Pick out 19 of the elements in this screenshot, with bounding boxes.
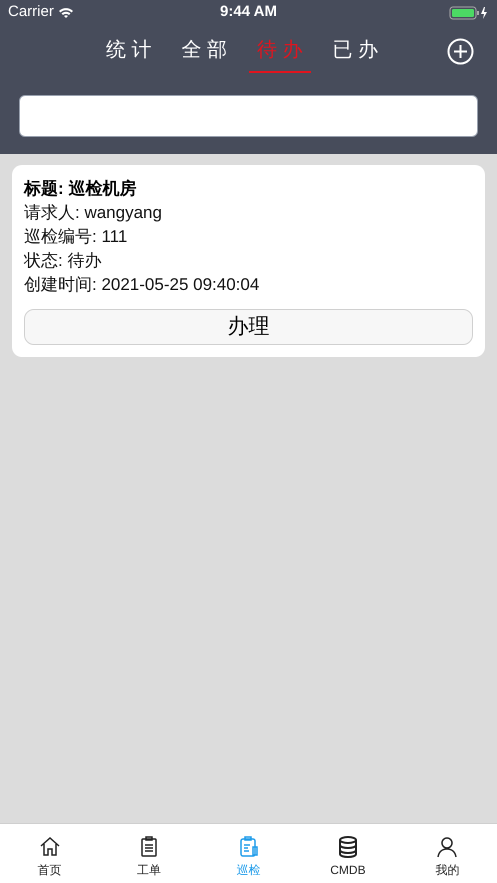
card-field: 创建时间: 2021-05-25 09:40:04: [24, 273, 473, 297]
status-time: 9:44 AM: [220, 2, 277, 22]
card-field: 巡检编号: 111: [24, 225, 473, 249]
card-field: 状态: 待办: [24, 249, 473, 273]
tab-bar-item[interactable]: 首页: [0, 824, 100, 883]
search-field[interactable]: [19, 95, 478, 137]
tab[interactable]: 已 办: [324, 29, 386, 73]
card-title: 标题: 巡检机房: [24, 178, 138, 200]
tab-bar-item[interactable]: 工单: [99, 824, 199, 883]
handle-button[interactable]: 办理: [24, 309, 473, 345]
battery-icon: [449, 6, 489, 20]
tab-bar-item[interactable]: CMDB: [298, 824, 398, 883]
tab-bar-item[interactable]: 我的: [398, 824, 497, 883]
add-icon[interactable]: [447, 38, 474, 65]
tab[interactable]: 统 计: [98, 29, 160, 73]
tab[interactable]: 全 部: [174, 29, 236, 73]
carrier-label: Carrier: [8, 2, 54, 22]
card-field: 请求人: wangyang: [24, 201, 473, 225]
wifi-icon: [58, 6, 74, 18]
